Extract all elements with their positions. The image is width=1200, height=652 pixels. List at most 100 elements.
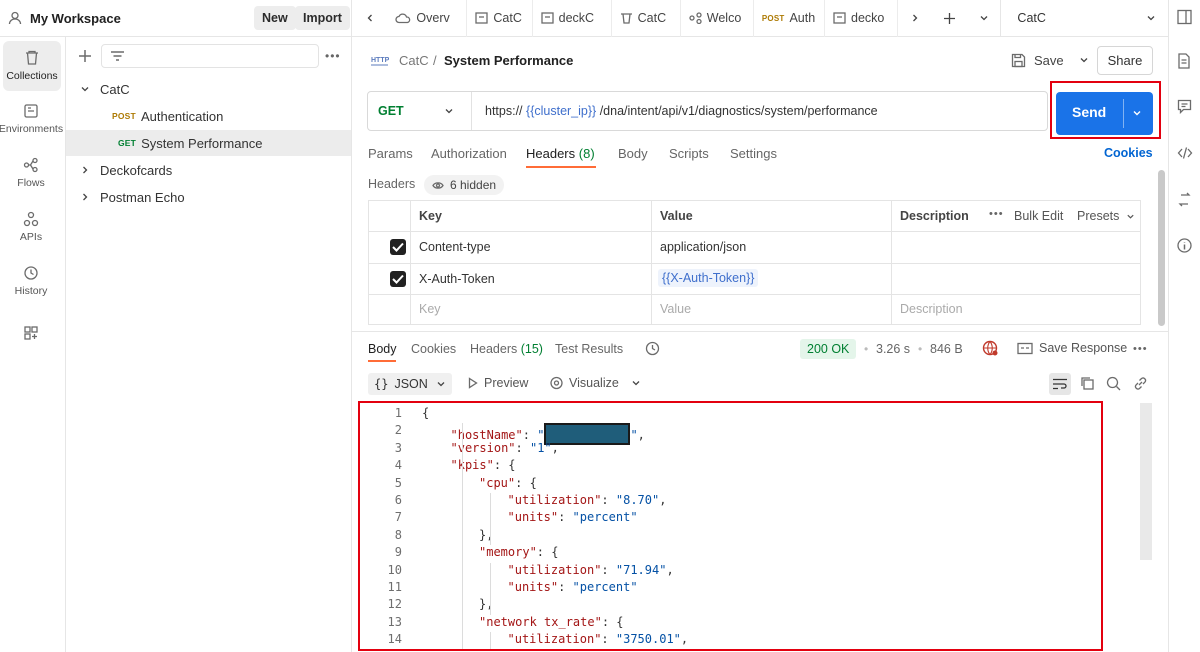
tab-label: Auth (789, 11, 816, 25)
tree-collection-catc[interactable]: CatC (66, 76, 351, 102)
http-icon: HTTP (371, 54, 389, 68)
header-value-variable[interactable]: {{X-Auth-Token}} (658, 269, 759, 287)
tab-auth[interactable]: POST Auth (754, 0, 825, 37)
copy-icon[interactable] (1080, 376, 1095, 391)
chevron-right-icon[interactable] (898, 13, 931, 23)
more-icon[interactable]: ••• (325, 49, 341, 63)
new-value-placeholder[interactable]: Value (660, 302, 691, 316)
tab-deckc[interactable]: deckC (533, 0, 612, 37)
tab-body[interactable]: Body (618, 146, 648, 161)
chevron-down-icon[interactable] (1132, 108, 1142, 118)
tab-headers[interactable]: Headers (8) (526, 146, 595, 161)
info-icon[interactable] (1177, 238, 1192, 253)
indent-guide (490, 493, 491, 546)
status-badge[interactable]: 200 OK (800, 339, 857, 359)
environment-select[interactable]: CatC (1000, 0, 1168, 37)
cookies-link[interactable]: Cookies (1104, 146, 1153, 160)
pane-divider[interactable] (352, 331, 1168, 332)
resp-tab-body[interactable]: Body (368, 342, 397, 356)
tab-overview[interactable]: Overv (387, 0, 468, 37)
new-key-placeholder[interactable]: Key (419, 302, 441, 316)
rail-environments[interactable]: Environments (0, 94, 63, 144)
tab-decko[interactable]: decko (825, 0, 899, 37)
tab-catc-2[interactable]: CatC (612, 0, 681, 37)
collection-icon (540, 12, 554, 24)
rail-label: Flows (17, 177, 45, 189)
tab-scripts[interactable]: Scripts (669, 146, 709, 161)
network-globe-icon[interactable] (982, 340, 999, 357)
header-key-cell[interactable]: X-Auth-Token (419, 272, 495, 286)
hidden-headers-toggle[interactable]: 6 hidden (424, 175, 505, 195)
response-size[interactable]: 846 B (930, 342, 963, 356)
bulk-edit-link[interactable]: Bulk Edit (1014, 209, 1063, 223)
search-input[interactable] (101, 44, 319, 68)
search-icon[interactable] (1106, 376, 1121, 391)
wrap-lines-button[interactable] (1049, 373, 1071, 395)
code-text: { (422, 406, 430, 420)
resp-tab-cookies[interactable]: Cookies (411, 342, 456, 356)
chevron-down-icon[interactable] (967, 13, 1000, 23)
header-row-checkbox[interactable] (390, 271, 406, 287)
table-more-icon[interactable]: ••• (989, 208, 1004, 220)
page-title[interactable]: System Performance (444, 53, 573, 68)
preview-button[interactable]: Preview (468, 376, 528, 390)
share-button[interactable]: Share (1097, 46, 1153, 75)
chevron-left-icon[interactable] (352, 13, 387, 23)
trash-can-icon (620, 12, 633, 24)
save-button[interactable]: Save (1005, 46, 1091, 74)
rail-history[interactable]: History (0, 256, 62, 306)
new-tab-plus-icon[interactable] (932, 12, 967, 25)
code-text: }, (479, 597, 494, 612)
comments-icon[interactable] (1177, 99, 1192, 114)
send-divider (1123, 99, 1124, 128)
new-button[interactable]: New (254, 6, 296, 30)
workspace-title[interactable]: My Workspace (30, 11, 121, 26)
history-icon[interactable] (645, 341, 660, 356)
code-scrollbar[interactable] (1140, 403, 1152, 560)
tab-catc[interactable]: CatC (467, 0, 533, 37)
tab-authorization[interactable]: Authorization (431, 146, 507, 161)
response-body-code[interactable]: 1{2 "hostName": " ", 3 "version": "1", 4 "kpis… (360, 403, 1102, 650)
method-select[interactable]: GET (368, 92, 472, 130)
visualize-button[interactable]: Visualize (549, 376, 641, 390)
tab-settings[interactable]: Settings (730, 146, 777, 161)
rail-collections[interactable]: Collections (3, 41, 61, 91)
presets-dropdown[interactable]: Presets (1077, 209, 1135, 223)
import-button[interactable]: Import (295, 6, 350, 30)
tree-collection-postman-echo[interactable]: Postman Echo (66, 184, 351, 210)
save-response-button[interactable]: Save Response (1017, 341, 1127, 355)
header-key-cell[interactable]: Content-type (419, 240, 491, 254)
resp-tab-headers[interactable]: Headers (15) (470, 342, 543, 356)
tab-welcome[interactable]: Welco (681, 0, 754, 37)
response-time[interactable]: 3.26 s (876, 342, 910, 356)
link-icon[interactable] (1133, 376, 1148, 391)
user-icon[interactable] (8, 11, 22, 25)
breadcrumb-parent[interactable]: CatC (399, 53, 429, 68)
rail-flows[interactable]: Flows (0, 148, 62, 198)
tree-request-authentication[interactable]: POST Authentication (66, 103, 351, 129)
header-value-cell[interactable]: application/json (660, 240, 746, 254)
tab-headers-label: Headers (526, 146, 576, 161)
url-input[interactable]: https:// {{cluster_ip}} /dna/intent/api/… (485, 104, 878, 118)
tab-params[interactable]: Params (368, 146, 413, 161)
request-scrollbar[interactable] (1158, 170, 1165, 326)
tree-collection-deckofcards[interactable]: Deckofcards (66, 157, 351, 183)
documentation-icon[interactable] (1177, 53, 1191, 69)
code-icon[interactable] (1177, 146, 1193, 160)
header-row-checkbox[interactable] (390, 239, 406, 255)
plus-icon[interactable] (78, 49, 92, 63)
preview-label: Preview (484, 376, 529, 390)
rail-apis[interactable]: APIs (0, 202, 62, 252)
related-icon[interactable] (1177, 192, 1192, 207)
method-badge: POST (112, 111, 136, 121)
new-description-placeholder[interactable]: Description (900, 302, 963, 316)
line-number: 8 (394, 527, 402, 542)
rail-configure[interactable] (0, 317, 62, 349)
resp-tab-test-results[interactable]: Test Results (555, 342, 623, 356)
sidebar-toggle-icon[interactable] (1177, 9, 1192, 25)
response-more-icon[interactable]: ••• (1133, 343, 1148, 355)
chevron-down-icon (1079, 55, 1089, 65)
send-button[interactable]: Send (1056, 92, 1153, 135)
tree-request-system-performance[interactable]: GET System Performance (66, 130, 351, 156)
format-select[interactable]: {} JSON (368, 373, 452, 395)
